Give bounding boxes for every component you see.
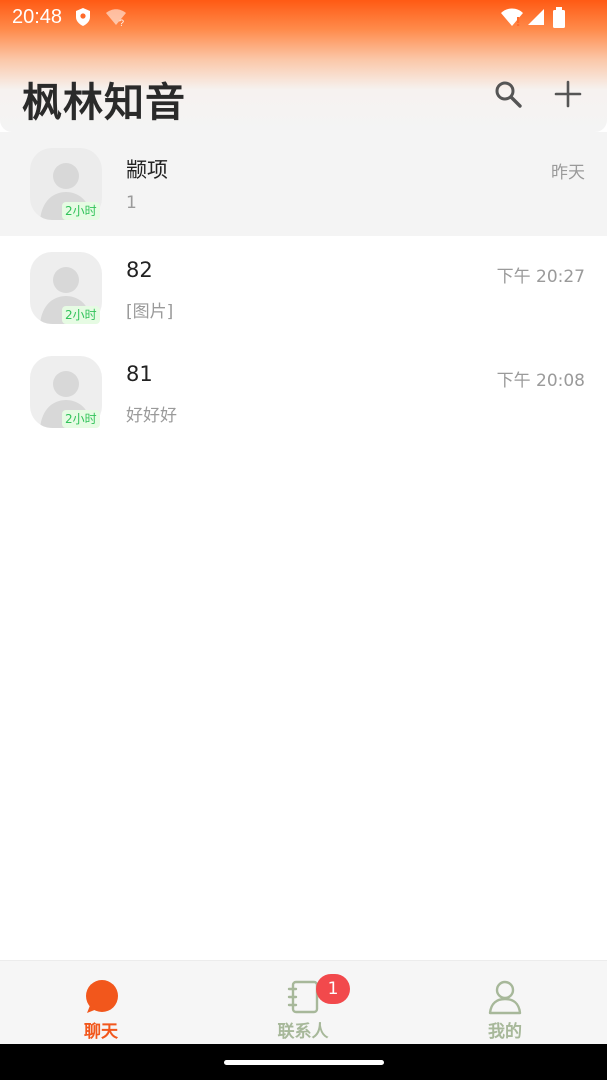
wifi-unknown-icon: ? xyxy=(104,7,128,31)
shield-icon xyxy=(74,7,92,31)
system-nav-bar xyxy=(0,1044,607,1080)
chat-bubble-icon xyxy=(81,977,121,1021)
online-duration-badge: 2小时 xyxy=(62,410,100,428)
wifi-alert-icon xyxy=(500,7,524,31)
online-duration-badge: 2小时 xyxy=(62,202,100,220)
app-header: 20:48 ? 枫林知音 xyxy=(0,0,607,132)
plus-icon xyxy=(552,80,584,114)
last-message: [图片] xyxy=(126,302,174,322)
person-icon xyxy=(485,977,525,1021)
online-duration-badge: 2小时 xyxy=(62,306,100,324)
contact-name: 82 xyxy=(126,258,153,282)
tab-label: 联系人 xyxy=(277,1022,329,1042)
search-button[interactable] xyxy=(492,78,524,110)
conversation-item[interactable]: 2小时 82 [图片] 下午 20:27 xyxy=(0,236,607,340)
tab-chat[interactable]: 聊天 xyxy=(0,961,202,1045)
tab-contacts[interactable]: 联系人 xyxy=(202,961,404,1045)
bottom-tab-bar: 聊天 联系人 我的 xyxy=(0,960,607,1045)
cell-signal-icon xyxy=(526,7,546,31)
status-bar: 20:48 ? xyxy=(0,0,607,36)
status-time: 20:48 xyxy=(12,6,63,28)
home-gesture-handle[interactable] xyxy=(224,1060,384,1065)
battery-icon xyxy=(552,7,566,33)
add-button[interactable] xyxy=(552,78,584,110)
conversation-list: 2小时 颛项 1 昨天 2小时 82 [图片] 下午 20:27 2小时 81 … xyxy=(0,132,607,444)
conversation-item[interactable]: 2小时 81 好好好 下午 20:08 xyxy=(0,340,607,444)
last-message: 1 xyxy=(126,193,137,213)
message-time: 昨天 xyxy=(551,163,585,183)
svg-text:?: ? xyxy=(119,18,124,27)
tab-me[interactable]: 我的 xyxy=(404,961,606,1045)
message-time: 下午 20:27 xyxy=(496,267,585,287)
page-title: 枫林知音 xyxy=(22,80,186,126)
message-time: 下午 20:08 xyxy=(496,371,585,391)
search-icon xyxy=(492,81,524,114)
contact-name: 81 xyxy=(126,362,153,386)
tab-label: 聊天 xyxy=(84,1022,118,1042)
last-message: 好好好 xyxy=(126,406,177,426)
contacts-unread-badge: 1 xyxy=(316,974,350,1004)
contact-name: 颛项 xyxy=(126,158,168,182)
conversation-item[interactable]: 2小时 颛项 1 昨天 xyxy=(0,132,607,236)
tab-label: 我的 xyxy=(488,1022,522,1042)
